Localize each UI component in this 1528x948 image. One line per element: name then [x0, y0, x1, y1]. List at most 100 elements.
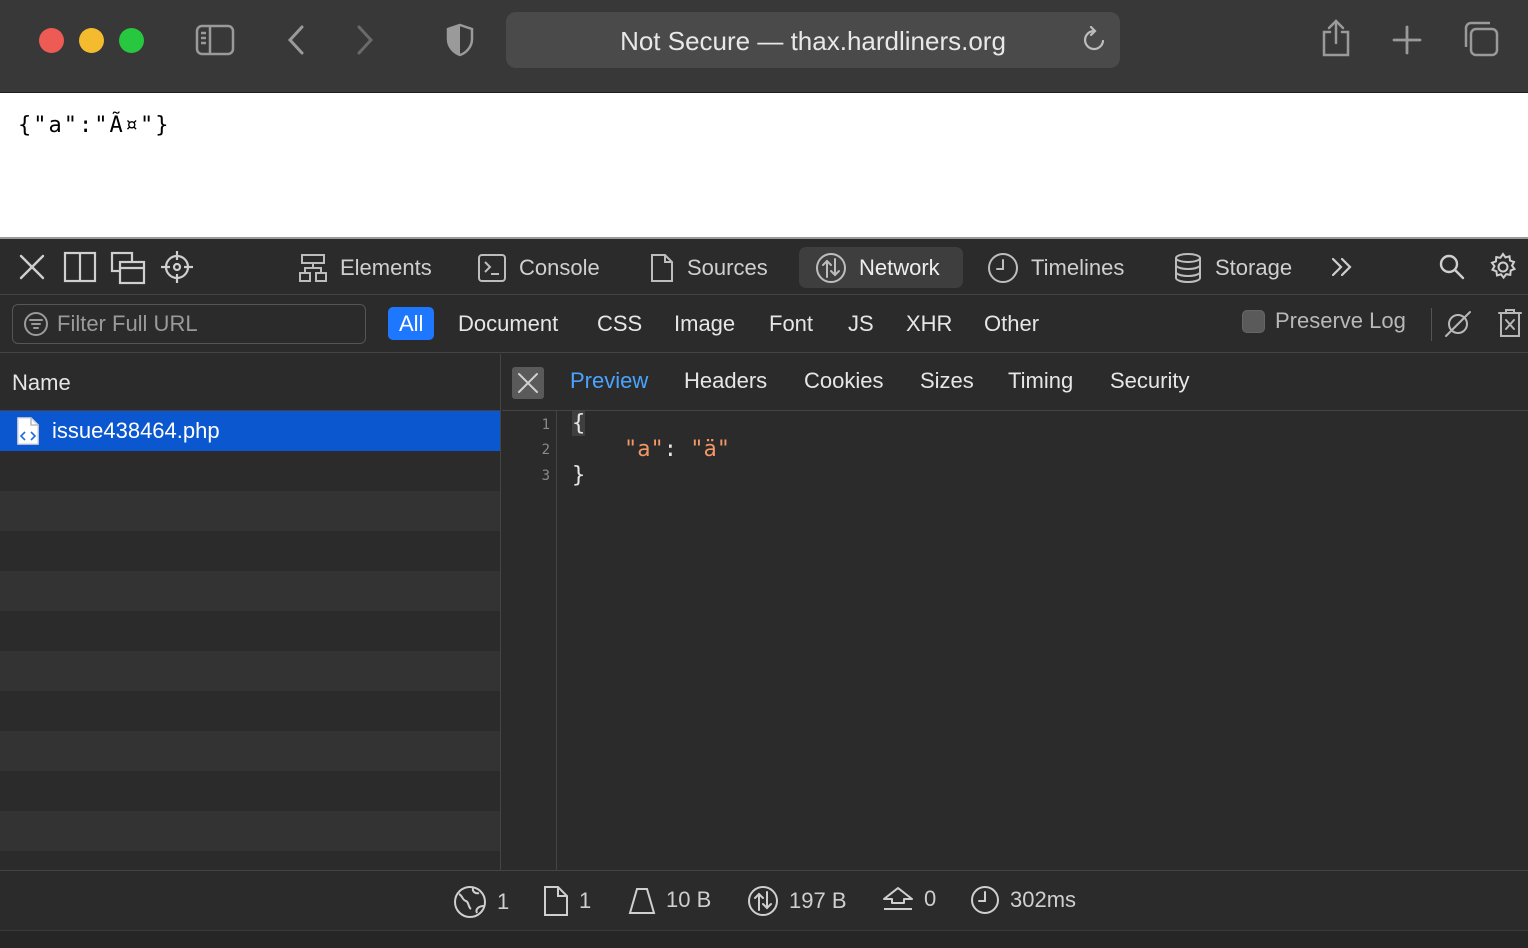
document-icon	[651, 253, 673, 282]
tab-storage-label: Storage	[1215, 254, 1293, 280]
name-column-header[interactable]: Name	[0, 354, 500, 411]
checkbox-box[interactable]	[1242, 309, 1265, 333]
weight-icon	[628, 888, 656, 914]
request-name: issue438464.php	[52, 418, 220, 443]
code-line: {	[572, 411, 586, 436]
resource-count: 1	[497, 889, 510, 914]
tab-cookies[interactable]: Cookies	[804, 368, 883, 394]
tab-security[interactable]: Security	[1110, 368, 1189, 394]
redirect-icon	[883, 887, 913, 910]
document-icon	[544, 886, 568, 916]
tab-console[interactable]: Console	[461, 247, 616, 288]
empty-row	[0, 451, 500, 491]
tab-elements[interactable]: Elements	[282, 247, 448, 288]
search-icon[interactable]	[1438, 253, 1466, 281]
filter-type-xhr[interactable]: XHR	[895, 307, 963, 340]
request-row[interactable]: issue438464.php	[0, 411, 500, 451]
close-devtools-icon[interactable]	[18, 253, 46, 281]
filter-type-css[interactable]: CSS	[586, 307, 653, 340]
preserve-log-checkbox[interactable]: Preserve Log	[1242, 308, 1406, 334]
console-icon	[478, 253, 506, 282]
dock-side-icon[interactable]	[63, 251, 97, 283]
bottom-edge	[0, 930, 1528, 948]
disable-cache-icon[interactable]	[1443, 309, 1473, 339]
filter-type-image[interactable]: Image	[663, 307, 746, 340]
filter-url-input[interactable]: Filter Full URL	[12, 304, 366, 344]
empty-row	[0, 531, 500, 571]
stat-size: 197 B	[747, 885, 847, 917]
line-number: 2	[541, 442, 550, 458]
network-icon	[816, 252, 846, 283]
tab-network[interactable]: Network	[799, 247, 963, 288]
tab-sources[interactable]: Sources	[633, 247, 784, 288]
globe-icon	[454, 886, 486, 918]
document-count: 1	[579, 888, 592, 913]
tab-overview-icon[interactable]	[1462, 20, 1500, 58]
back-icon[interactable]	[285, 24, 307, 56]
tab-timelines[interactable]: Timelines	[971, 247, 1140, 288]
zoom-window-button[interactable]	[119, 28, 144, 53]
empty-row	[0, 731, 500, 771]
empty-row	[0, 771, 500, 811]
network-icon	[748, 886, 778, 916]
clear-log-icon[interactable]	[1497, 308, 1523, 338]
share-icon[interactable]	[1320, 18, 1352, 58]
empty-row	[0, 691, 500, 731]
database-icon	[1175, 252, 1201, 283]
empty-row	[0, 811, 500, 851]
reload-icon[interactable]	[1082, 26, 1106, 54]
network-filter-bar: Filter Full URL All Document CSS Image F…	[0, 296, 1528, 353]
resource-size: 197 B	[789, 888, 847, 913]
gear-icon[interactable]	[1488, 252, 1518, 282]
shield-icon[interactable]	[446, 23, 474, 57]
new-tab-icon[interactable]	[1392, 25, 1422, 55]
more-tabs-icon[interactable]	[1330, 256, 1354, 278]
code-line: "a": "ä"	[624, 437, 730, 462]
stat-resources: 1	[453, 885, 509, 919]
sidebar-icon[interactable]	[195, 24, 235, 56]
elements-icon	[299, 253, 327, 282]
json-colon: :	[663, 437, 691, 462]
tab-timelines-label: Timelines	[1031, 254, 1125, 280]
filter-url-placeholder: Filter Full URL	[57, 311, 198, 336]
divider	[1431, 308, 1432, 341]
filter-type-js[interactable]: JS	[837, 307, 885, 340]
tab-console-label: Console	[519, 254, 600, 280]
request-list: Name issue438464.php	[0, 354, 501, 870]
devtools-tab-bar: Elements Console Sources Network Timelin…	[0, 240, 1528, 295]
inspect-target-icon[interactable]	[160, 250, 194, 284]
detail-tab-bar: Preview Headers Cookies Sizes Timing Sec…	[502, 354, 1528, 411]
filter-icon	[24, 312, 48, 336]
tab-timing[interactable]: Timing	[1008, 368, 1073, 394]
json-close-brace: }	[572, 463, 586, 488]
empty-row	[0, 611, 500, 651]
json-value: "ä"	[690, 437, 730, 462]
minimize-window-button[interactable]	[79, 28, 104, 53]
filter-type-font[interactable]: Font	[758, 307, 824, 340]
request-detail-panel: Preview Headers Cookies Sizes Timing Sec…	[502, 354, 1528, 870]
forward-icon[interactable]	[354, 24, 376, 56]
empty-row	[0, 571, 500, 611]
tab-elements-label: Elements	[340, 254, 432, 280]
filter-type-all[interactable]: All	[388, 307, 435, 340]
tab-sizes[interactable]: Sizes	[920, 368, 974, 394]
redirect-count: 0	[924, 886, 937, 911]
close-window-button[interactable]	[39, 28, 64, 53]
tab-sources-label: Sources	[687, 254, 768, 280]
address-bar[interactable]: Not Secure — thax.hardliners.org	[506, 12, 1120, 68]
json-preview[interactable]: 1 2 3 { "a": "ä" }	[502, 411, 1528, 870]
undock-icon[interactable]	[110, 251, 146, 285]
tab-storage[interactable]: Storage	[1157, 247, 1308, 288]
filter-type-document[interactable]: Document	[447, 307, 569, 340]
stat-redirects: 0	[882, 885, 936, 913]
clock-icon	[988, 252, 1018, 283]
empty-row	[0, 651, 500, 691]
line-number-gutter: 1 2 3	[502, 411, 557, 870]
close-detail-icon[interactable]	[512, 367, 544, 399]
script-file-icon	[17, 417, 39, 445]
tab-headers[interactable]: Headers	[684, 368, 767, 394]
code-line: }	[572, 463, 585, 488]
filter-type-other[interactable]: Other	[973, 307, 1050, 340]
tab-preview[interactable]: Preview	[570, 368, 648, 394]
line-number: 3	[541, 468, 550, 484]
